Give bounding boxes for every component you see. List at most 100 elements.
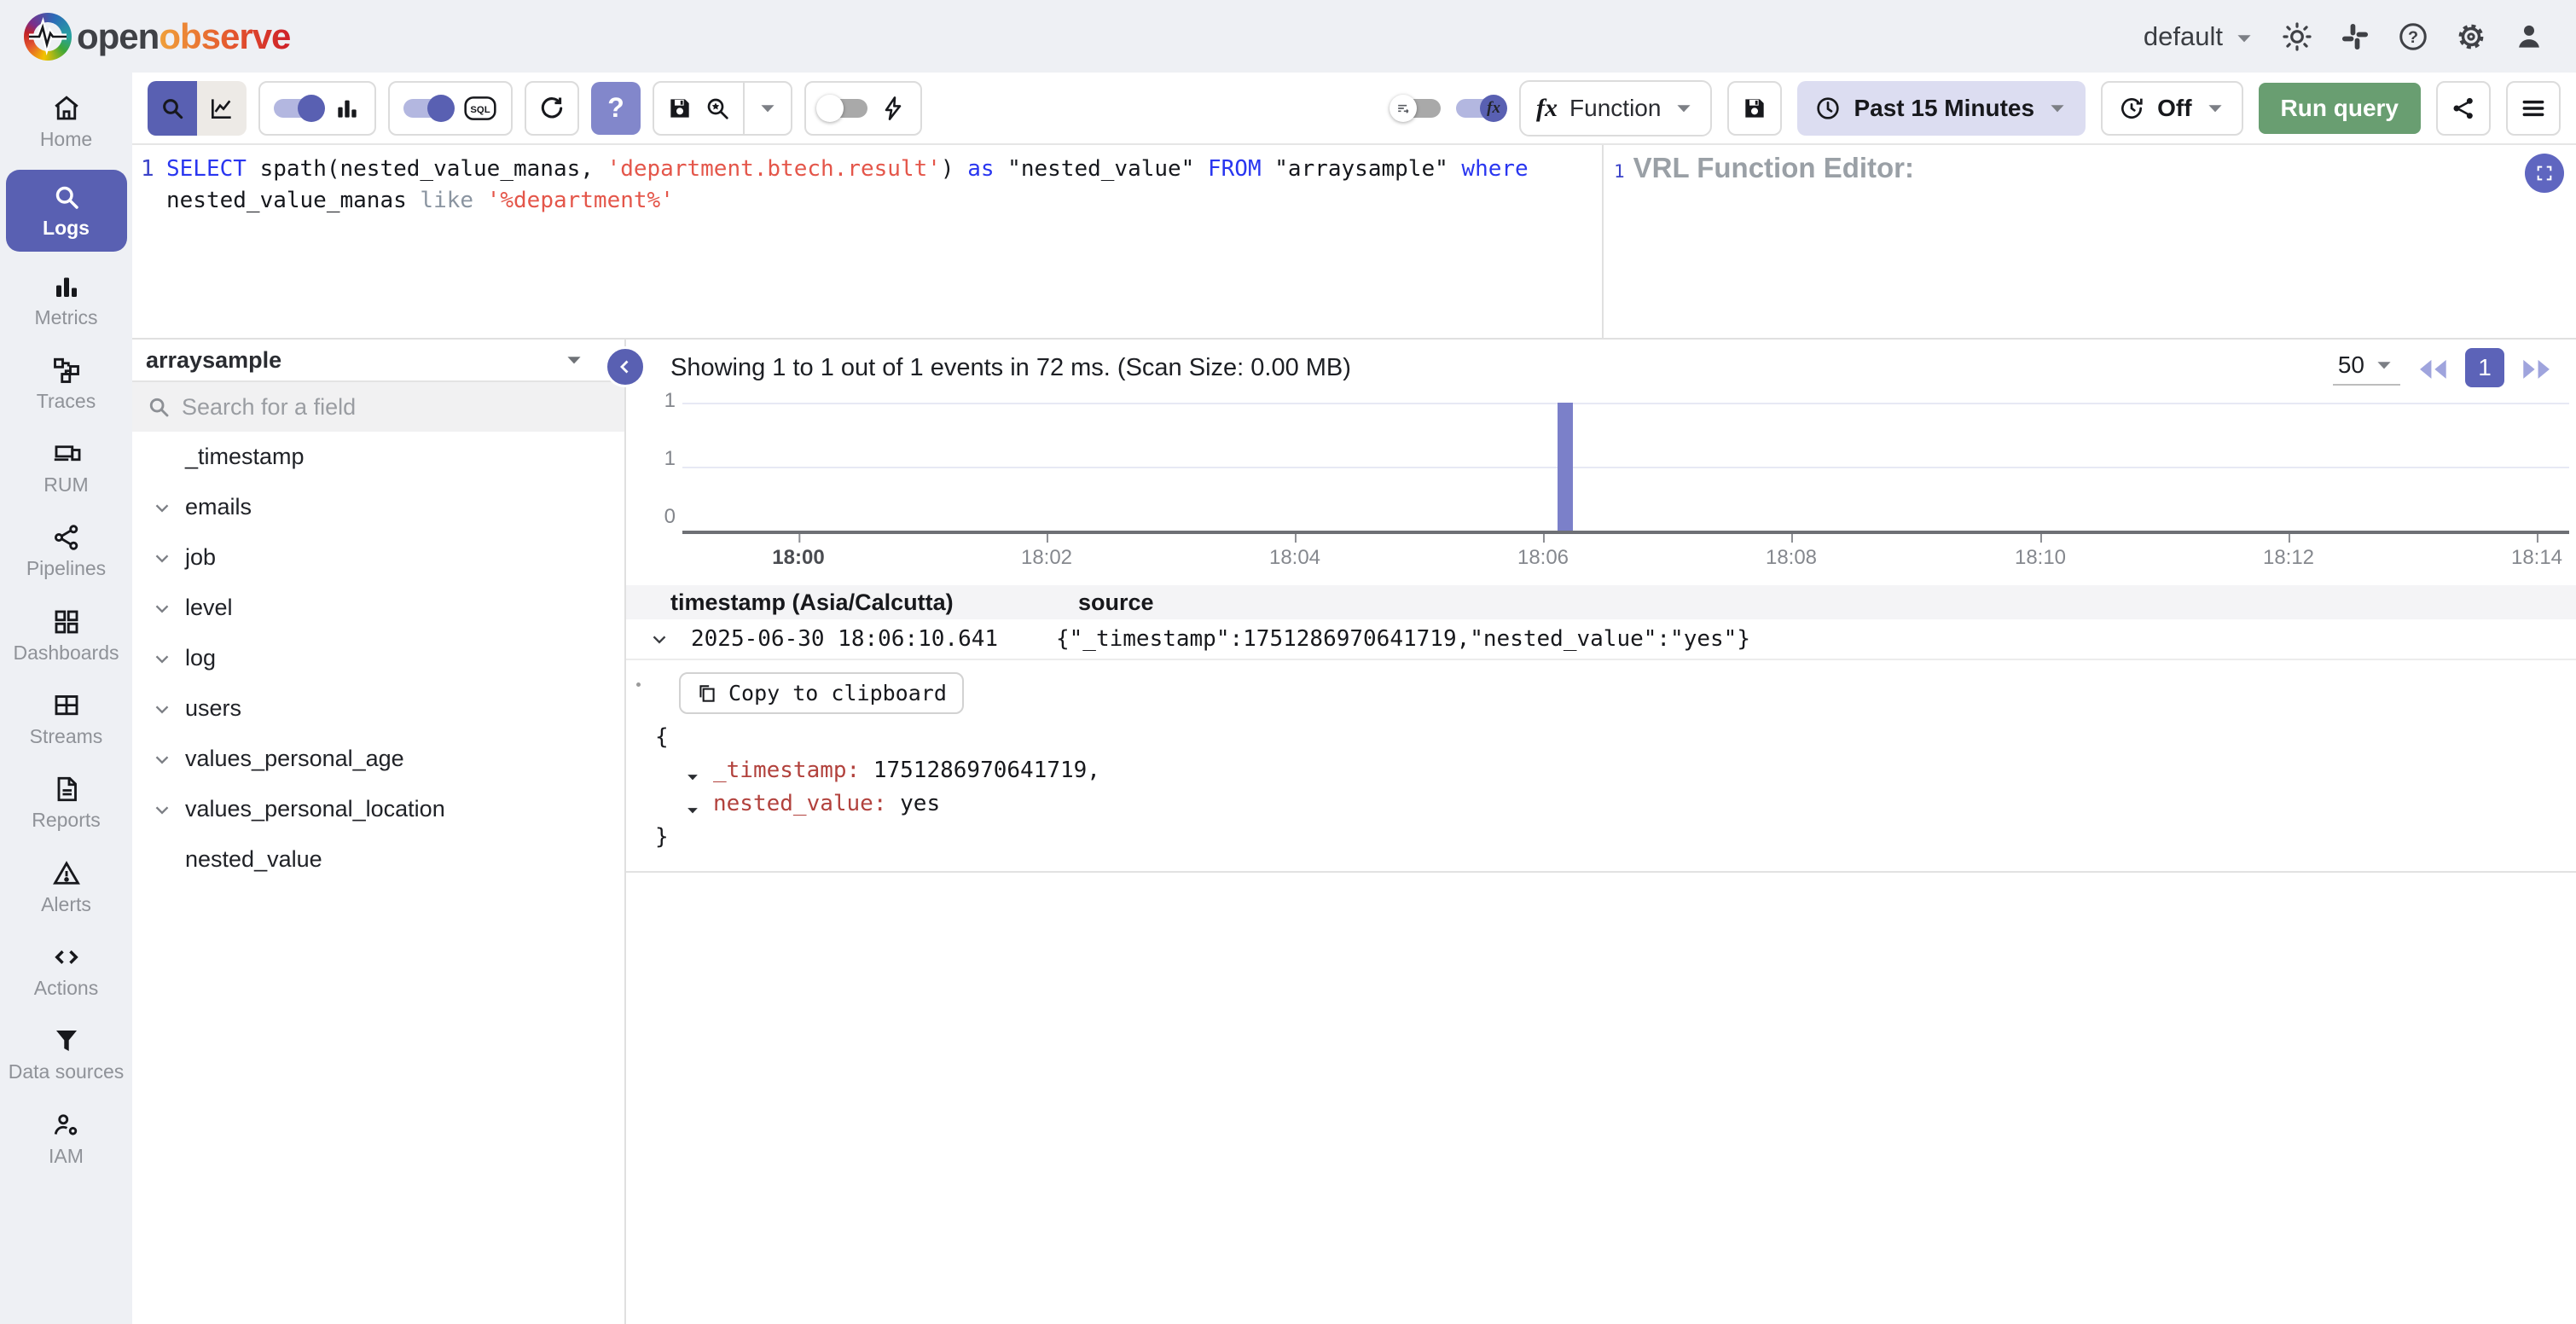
wrap-lines-toggle[interactable] — [1393, 99, 1441, 118]
chevron-down-icon[interactable] — [151, 698, 173, 720]
vrl-fullscreen-button[interactable] — [2525, 154, 2564, 193]
sql-line-1: 1SELECT spath(nested_value_manas, 'depar… — [141, 154, 1602, 185]
run-query-button[interactable]: Run query — [2259, 83, 2421, 134]
field-item[interactable]: values_personal_location — [132, 784, 624, 834]
gear-icon[interactable] — [2455, 20, 2487, 53]
field-item[interactable]: users — [132, 683, 624, 734]
function-dropdown[interactable]: fx Function — [1519, 80, 1712, 136]
field-item[interactable]: nested_value — [132, 834, 624, 885]
sidebar-item-alerts[interactable]: Alerts — [6, 851, 127, 922]
sql-line-2-tokens: nested_value_manas like '%department%' — [166, 185, 674, 217]
bolt-icon — [879, 95, 907, 122]
quick-mode-toggle[interactable] — [820, 99, 867, 118]
sidebar-item-pipelines[interactable]: Pipelines — [6, 515, 127, 586]
result-row[interactable]: 2025-06-30 18:06:10.641 {"_timestamp":17… — [626, 619, 2576, 659]
current-page[interactable]: 1 — [2465, 348, 2504, 387]
chart-view-button[interactable] — [197, 81, 247, 136]
sql-mode-toggle-group[interactable]: SQL — [388, 81, 513, 136]
field-search-input[interactable] — [182, 394, 611, 421]
sun-icon[interactable] — [2281, 20, 2313, 53]
field-item[interactable]: _timestamp — [132, 432, 624, 482]
logo-text: openobserve — [77, 16, 290, 57]
slack-icon[interactable] — [2339, 20, 2371, 53]
chevron-down-icon[interactable] — [151, 798, 173, 821]
vrl-function-toggle[interactable]: fx — [1456, 99, 1504, 118]
streams-icon — [51, 690, 82, 721]
histogram-toggle[interactable] — [274, 99, 322, 118]
chevron-down-icon[interactable] — [151, 647, 173, 670]
vrl-function-editor[interactable]: 1 VRL Function Editor: — [1602, 145, 2576, 338]
save-view-button[interactable] — [654, 83, 743, 134]
sidebar-item-reports[interactable]: Reports — [6, 767, 127, 838]
org-selector[interactable]: default — [2144, 21, 2255, 52]
bar-chart-icon — [334, 95, 361, 122]
json-entry[interactable]: nested_value: yes — [655, 787, 2576, 821]
sidebar-item-home[interactable]: Home — [6, 86, 127, 157]
line-number: 1 — [141, 154, 166, 185]
row-detail: Copy to clipboard { _timestamp: 17512869… — [626, 659, 2576, 873]
sql-mode-toggle[interactable] — [403, 99, 451, 118]
saved-views-dropdown[interactable] — [745, 83, 791, 134]
x-tick-label: 18:06 — [1517, 546, 1569, 570]
rum-icon — [51, 438, 82, 469]
json-entry[interactable]: _timestamp: 1751286970641719, — [655, 754, 2576, 787]
sidebar-item-logs[interactable]: Logs — [6, 170, 127, 251]
copy-to-clipboard-button[interactable]: Copy to clipboard — [679, 672, 964, 714]
field-item[interactable]: job — [132, 532, 624, 583]
fields-list: _timestamp emails job — [132, 432, 624, 1324]
user-icon[interactable] — [2513, 20, 2545, 53]
sql-line-2: nested_value_manas like '%department%' — [141, 185, 1602, 217]
fullscreen-icon — [2535, 164, 2554, 183]
chevron-down-icon[interactable] — [151, 547, 173, 569]
double-left-icon[interactable] — [2414, 353, 2451, 382]
share-link-button[interactable] — [2436, 81, 2491, 136]
histogram-toggle-group[interactable] — [258, 81, 376, 136]
quick-mode-toggle-group[interactable] — [804, 81, 922, 136]
sidebar-item-rum[interactable]: RUM — [6, 432, 127, 502]
field-item[interactable]: values_personal_age — [132, 734, 624, 784]
field-item[interactable]: log — [132, 633, 624, 683]
x-tick-label: 18:14 — [2511, 546, 2562, 570]
y-axis: 110 — [652, 401, 682, 537]
help-icon[interactable]: ? — [2397, 20, 2429, 53]
logo-pulse-icon — [24, 13, 72, 61]
field-item[interactable]: emails — [132, 482, 624, 532]
caret-down-icon — [2046, 97, 2068, 119]
svg-text:SQL: SQL — [470, 104, 490, 114]
save-function-button[interactable] — [1727, 81, 1782, 136]
sql-query-editor[interactable]: 1SELECT spath(nested_value_manas, 'depar… — [132, 145, 1602, 338]
chevron-down-icon[interactable] — [151, 597, 173, 619]
sidebar-item-dashboards[interactable]: Dashboards — [6, 600, 127, 671]
stream-selector[interactable]: arraysample — [132, 340, 624, 382]
menu-button[interactable] — [2506, 81, 2561, 136]
query-help-button[interactable]: ? — [591, 82, 641, 135]
double-right-icon[interactable] — [2518, 353, 2556, 382]
reset-query-button[interactable] — [525, 81, 579, 136]
x-tick-label: 18:12 — [2263, 546, 2314, 570]
sidebar-item-traces[interactable]: Traces — [6, 348, 127, 419]
chevron-down-icon[interactable] — [151, 748, 173, 770]
chevron-down-icon[interactable] — [151, 496, 173, 519]
histogram-bar[interactable] — [1558, 403, 1573, 531]
traces-icon — [51, 355, 82, 386]
time-range-picker[interactable]: Past 15 Minutes — [1797, 81, 2086, 136]
tri-down-icon[interactable] — [684, 796, 701, 813]
sidebar-item-streams[interactable]: Streams — [6, 683, 127, 754]
refresh-clock-icon — [2118, 95, 2145, 122]
collapse-fields-button[interactable] — [605, 346, 646, 387]
search-view-button[interactable] — [148, 81, 197, 136]
reset-icon — [538, 95, 566, 122]
plot-area[interactable] — [682, 403, 2569, 534]
sidebar-item-metrics[interactable]: Metrics — [6, 264, 127, 335]
dashboards-icon — [51, 607, 82, 637]
field-item[interactable]: level — [132, 583, 624, 633]
refresh-interval-picker[interactable]: Off — [2101, 81, 2242, 136]
sidebar-item-actions[interactable]: Actions — [6, 935, 127, 1006]
tri-down-icon[interactable] — [684, 763, 701, 780]
page-size-select[interactable]: 50 — [2333, 350, 2400, 386]
sql-icon: SQL — [463, 95, 497, 122]
iam-icon — [51, 1110, 82, 1141]
sidebar-item-iam[interactable]: IAM — [6, 1103, 127, 1174]
sidebar-item-data-sources[interactable]: Data sources — [6, 1019, 127, 1089]
chevron-down-icon[interactable] — [648, 628, 670, 650]
